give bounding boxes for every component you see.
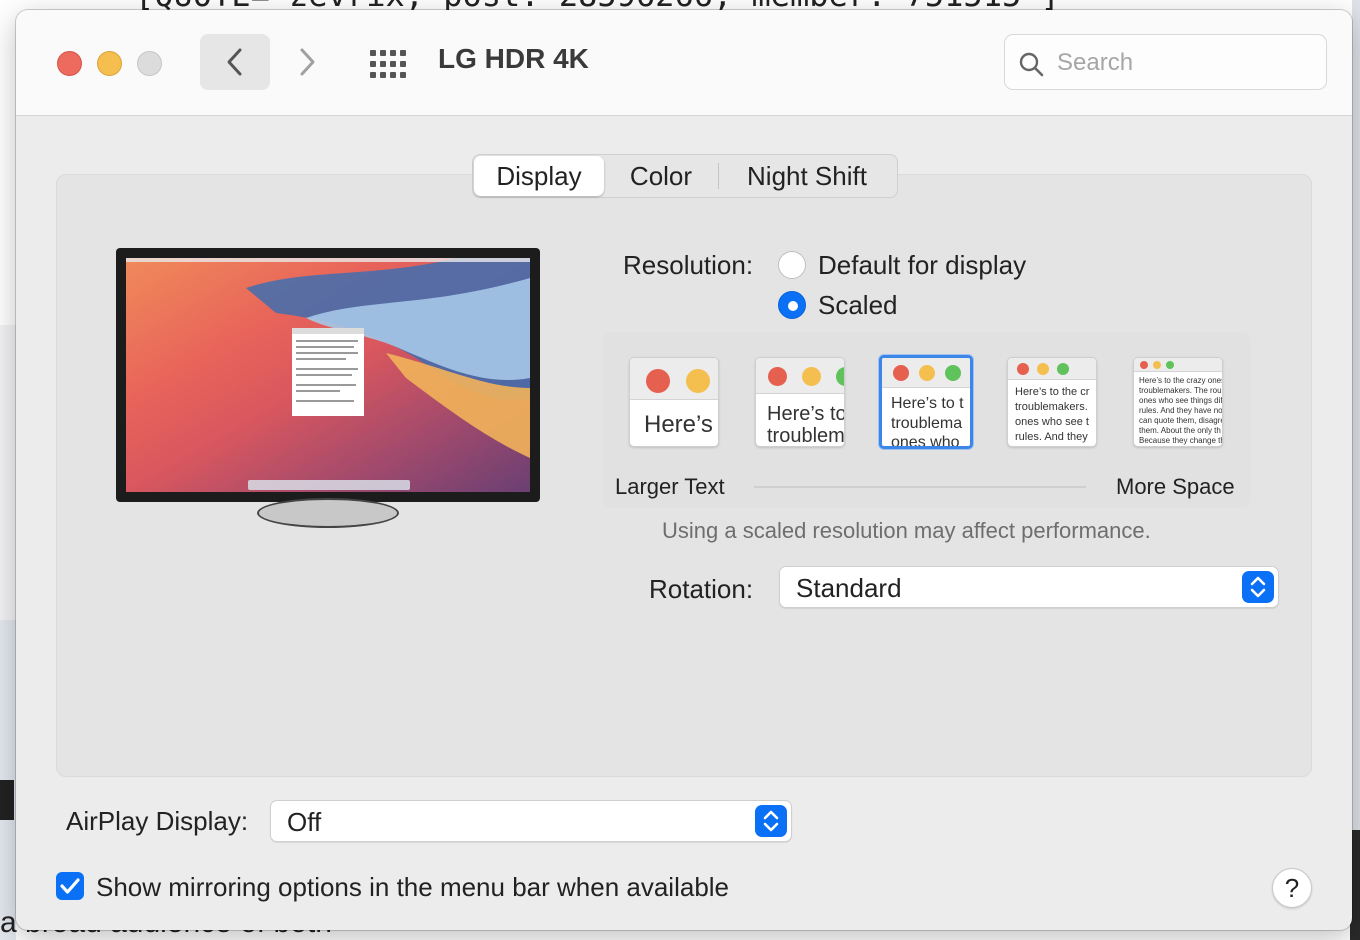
scale-option-5-text: Here’s to the crazy ones troublemakers. … — [1139, 376, 1223, 445]
tab-color[interactable]: Color — [604, 155, 718, 197]
background-right-strip — [1352, 0, 1360, 940]
rotation-stepper[interactable] — [1242, 571, 1274, 603]
monitor-preview — [116, 248, 540, 502]
scale-option-3[interactable]: Here’s to t troublema ones who — [879, 355, 973, 449]
scale-option-1[interactable]: Here’s — [629, 357, 719, 447]
search-input[interactable] — [1057, 47, 1307, 79]
monitor-stand — [257, 498, 399, 528]
window-toolbar: LG HDR 4K — [16, 10, 1352, 116]
chevron-left-icon — [227, 48, 242, 76]
rotation-value: Standard — [796, 573, 902, 603]
airplay-display-value: Off — [287, 807, 322, 837]
rotation-label: Rotation: — [649, 574, 754, 604]
larger-text-label: Larger Text — [615, 474, 725, 499]
more-space-label: More Space — [1116, 474, 1235, 499]
display-preferences-window: LG HDR 4K Display Color Night Shift — [16, 10, 1352, 930]
search-field[interactable] — [1004, 34, 1327, 90]
background-left-strip — [0, 325, 16, 620]
airplay-display-popup[interactable]: Off — [270, 800, 792, 842]
tab-display[interactable]: Display — [474, 156, 604, 196]
back-button[interactable] — [200, 34, 270, 90]
resolution-label: Resolution: — [623, 250, 754, 280]
zoom-button[interactable] — [137, 51, 162, 76]
magnifier-icon — [1019, 52, 1044, 77]
grid-icon — [370, 50, 406, 78]
up-down-chevron-icon — [763, 810, 779, 832]
scale-option-1-text: Here’s — [644, 411, 713, 438]
radio-scaled[interactable] — [778, 291, 806, 319]
scale-option-5[interactable]: Here’s to the crazy ones troublemakers. … — [1133, 357, 1223, 447]
scale-option-2-text: Here’s to troublem — [767, 403, 845, 447]
airplay-display-label: AirPlay Display: — [66, 806, 249, 836]
scaled-performance-note: Using a scaled resolution may affect per… — [662, 518, 1151, 543]
radio-default-for-display[interactable] — [778, 251, 806, 279]
scale-option-2[interactable]: Here’s to troublem — [755, 357, 845, 447]
forward-button[interactable] — [272, 34, 342, 90]
rotation-popup[interactable]: Standard — [779, 566, 1279, 608]
close-button[interactable] — [57, 51, 82, 76]
scale-option-4-text: Here’s to the cr troublemakers. ones who… — [1015, 386, 1090, 443]
mirroring-checkbox[interactable] — [56, 872, 84, 900]
checkmark-icon — [60, 878, 80, 894]
scaled-label[interactable]: Scaled — [818, 290, 898, 321]
scale-slider-track — [754, 486, 1086, 488]
show-all-button[interactable] — [368, 48, 410, 80]
tab-bar: Display Color Night Shift — [472, 154, 898, 198]
help-button[interactable]: ? — [1272, 868, 1312, 908]
mirroring-label[interactable]: Show mirroring options in the menu bar w… — [96, 872, 729, 903]
minimize-button[interactable] — [97, 51, 122, 76]
background-left-bar — [0, 780, 14, 820]
airplay-stepper[interactable] — [755, 805, 787, 837]
scale-option-3-text: Here’s to t troublema ones who — [891, 395, 964, 449]
chevron-right-icon — [300, 48, 315, 76]
default-for-display-label[interactable]: Default for display — [818, 250, 1026, 281]
up-down-chevron-icon — [1250, 576, 1266, 598]
monitor-wallpaper — [126, 258, 530, 492]
wallpaper-graphic — [126, 258, 530, 490]
window-title: LG HDR 4K — [438, 43, 589, 74]
tab-night-shift[interactable]: Night Shift — [719, 155, 895, 197]
scale-option-4[interactable]: Here’s to the cr troublemakers. ones who… — [1007, 357, 1097, 447]
